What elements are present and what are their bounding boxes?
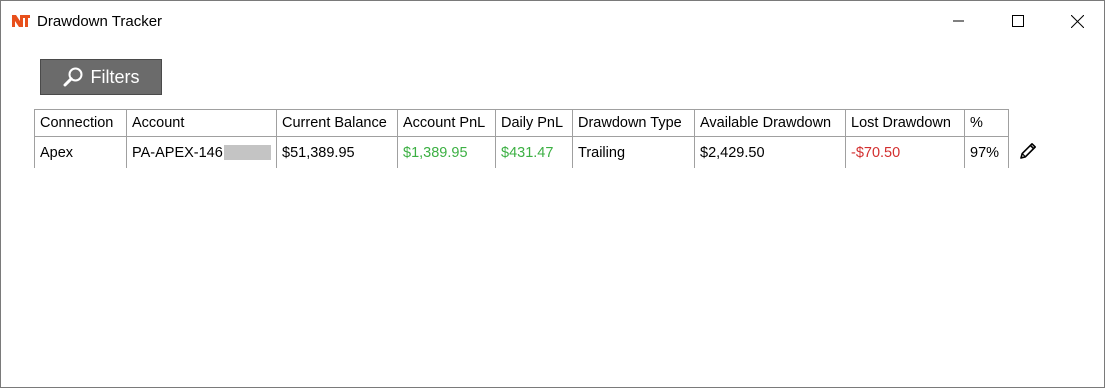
cell-percent: 97%	[964, 136, 1009, 168]
column-header-current-balance[interactable]: Current Balance	[276, 109, 398, 137]
account-number: PA-APEX-146	[132, 144, 223, 161]
cell-connection: Apex	[34, 136, 127, 168]
column-header-account-pnl[interactable]: Account PnL	[397, 109, 496, 137]
cell-account: PA-APEX-146	[126, 136, 277, 168]
filters-button[interactable]: Filters	[40, 59, 162, 95]
redacted-block	[223, 145, 271, 161]
ninjatrader-logo-icon	[12, 15, 30, 27]
column-header-drawdown-type[interactable]: Drawdown Type	[572, 109, 695, 137]
column-header-account[interactable]: Account	[126, 109, 277, 137]
minimize-button[interactable]	[936, 5, 982, 37]
minimize-icon	[953, 20, 964, 22]
cell-drawdown-type: Trailing	[572, 136, 695, 168]
app-window: Drawdown Tracker Filters Connection Acco…	[0, 0, 1105, 388]
cell-current-balance: $51,389.95	[276, 136, 398, 168]
table-header-row: Connection Account Current Balance Accou…	[34, 109, 1009, 137]
drawdown-table: Connection Account Current Balance Accou…	[34, 109, 1009, 168]
maximize-button[interactable]	[995, 5, 1041, 37]
column-header-daily-pnl[interactable]: Daily PnL	[495, 109, 573, 137]
table-row[interactable]: Apex PA-APEX-146 $51,389.95 $1,389.95 $4…	[34, 136, 1009, 168]
cell-lost-drawdown: -$70.50	[845, 136, 965, 168]
window-title: Drawdown Tracker	[37, 13, 163, 30]
maximize-icon	[1012, 15, 1024, 27]
column-header-available-drawdown[interactable]: Available Drawdown	[694, 109, 846, 137]
search-icon	[63, 67, 82, 87]
cell-available-drawdown: $2,429.50	[694, 136, 846, 168]
column-header-connection[interactable]: Connection	[34, 109, 127, 137]
filters-label: Filters	[90, 66, 140, 87]
cell-daily-pnl: $431.47	[495, 136, 573, 168]
cell-account-pnl: $1,389.95	[397, 136, 496, 168]
column-header-lost-drawdown[interactable]: Lost Drawdown	[845, 109, 965, 137]
close-icon	[1070, 14, 1084, 28]
pencil-edit-icon[interactable]	[1018, 141, 1038, 161]
column-header-percent[interactable]: %	[964, 109, 1009, 137]
title-bar[interactable]: Drawdown Tracker	[1, 1, 1104, 41]
close-button[interactable]	[1054, 5, 1100, 37]
